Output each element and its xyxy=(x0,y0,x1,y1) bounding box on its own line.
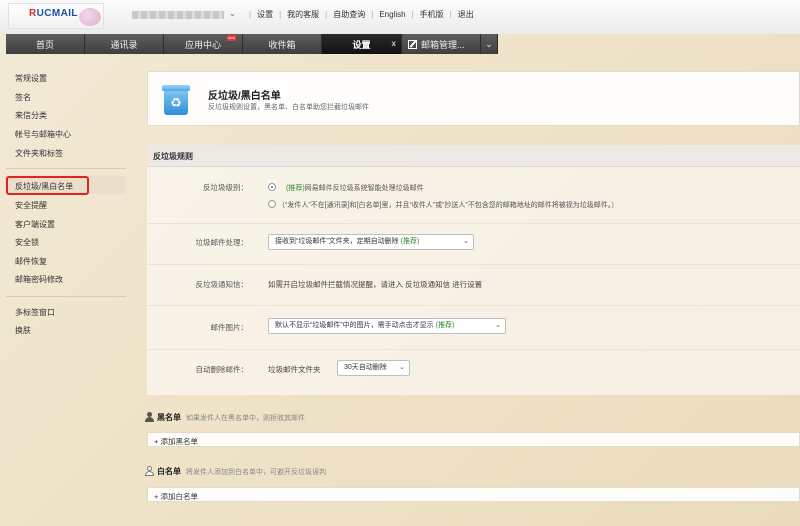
account-dropdown-icon[interactable]: ⌄ xyxy=(229,9,236,18)
new-badge: new xyxy=(226,35,236,41)
account-name-redacted[interactable] xyxy=(132,11,224,19)
separator: | xyxy=(411,10,414,19)
tab-home[interactable]: 首页 xyxy=(6,34,85,54)
tab-inbox[interactable]: 收件箱 xyxy=(243,34,322,54)
tab-contacts[interactable]: 通讯录 xyxy=(85,34,164,54)
autodelete-prefix: 垃圾邮件文件夹 xyxy=(268,365,321,374)
sidebar-item-mail-filter[interactable]: 来信分类 xyxy=(15,110,47,121)
link-mobile[interactable]: 手机版 xyxy=(420,9,444,20)
tab-label: 应用中心 xyxy=(184,39,221,50)
spam-handling-select[interactable]: 接收到“垃圾邮件”文件夹，定期自动删除 (推荐) ⌄ xyxy=(268,234,474,250)
chevron-down-icon: ⌄ xyxy=(485,38,493,49)
autodelete-label: 自动删除邮件： xyxy=(195,365,249,374)
sidebar-item-multi-tab[interactable]: 多标签窗口 xyxy=(15,307,55,318)
edit-icon xyxy=(408,39,417,49)
section-header: 反垃圾规则 xyxy=(147,145,800,167)
link-settings[interactable]: 设置 xyxy=(257,9,273,20)
link-customer-service[interactable]: 我的客服 xyxy=(287,9,319,20)
sidebar-divider xyxy=(6,296,126,297)
rucmail-logo[interactable]: RUCMAIL xyxy=(8,3,104,29)
tab-settings[interactable]: 设置 x xyxy=(322,34,402,54)
sidebar-item-account-center[interactable]: 帐号与邮箱中心 xyxy=(15,129,71,140)
tab-label: 首页 xyxy=(35,39,54,50)
logo-swirl-icon xyxy=(79,8,101,26)
notice-label: 反垃圾通知信： xyxy=(195,280,249,289)
separator: | xyxy=(325,10,328,19)
row-divider xyxy=(147,305,800,306)
separator: | xyxy=(371,10,374,19)
spam-image-select[interactable]: 默认不显示“垃圾邮件”中的图片，需手动点击才显示 (推荐) ⌄ xyxy=(268,318,506,334)
level-radio-recommended[interactable] xyxy=(268,183,276,191)
link-english[interactable]: English xyxy=(379,10,405,19)
antispam-rules-section: 反垃圾规则 反垃圾级别： (推荐)网易邮件反垃圾系统智能处理垃圾邮件 （“发件人… xyxy=(147,145,800,395)
sidebar-item-folders-tags[interactable]: 文件夹和标签 xyxy=(15,148,63,159)
section-title: 反垃圾规则 xyxy=(153,152,193,161)
image-label: 邮件图片： xyxy=(210,323,249,332)
tab-label: 收件箱 xyxy=(268,39,296,50)
selection-highlight-box xyxy=(6,176,89,195)
separator: | xyxy=(279,10,282,19)
page-header: ♻ 反垃圾/黑白名单 反垃圾规则设置，黑名单、白名单助您拦截垃圾邮件 xyxy=(147,71,800,126)
chevron-down-icon: ⌄ xyxy=(495,322,501,329)
row-divider xyxy=(147,349,800,350)
tab-label: 通讯录 xyxy=(110,39,138,50)
recycle-bin-icon: ♻ xyxy=(162,85,190,115)
add-blacklist-button[interactable]: + 添加黑名单 xyxy=(147,432,800,447)
chevron-down-icon: ⌄ xyxy=(463,238,469,245)
level-option-recommended[interactable]: (推荐)网易邮件反垃圾系统智能处理垃圾邮件 xyxy=(286,183,424,193)
autodelete-select[interactable]: 30天自动删除 ⌄ xyxy=(337,360,410,376)
tab-label: 邮箱管理... xyxy=(421,39,465,50)
sidebar-item-password[interactable]: 邮箱密码修改 xyxy=(15,274,63,285)
link-self-service[interactable]: 自助查询 xyxy=(333,9,365,20)
top-bar: RUCMAIL ⌄ | 设置 | 我的客服 | 自助查询 | English |… xyxy=(0,0,800,34)
blacklist-title: 黑名单 如果发件人在黑名单中，则拒收其邮件 xyxy=(157,413,305,422)
sidebar-item-general[interactable]: 常规设置 xyxy=(15,73,47,84)
logo-text: RUCMAIL xyxy=(29,8,78,19)
sidebar-divider xyxy=(6,168,126,169)
level-radio-strict[interactable] xyxy=(268,200,276,208)
row-divider xyxy=(147,223,800,224)
tab-overflow-button[interactable]: ⌄ xyxy=(481,34,498,54)
handling-label: 垃圾邮件处理： xyxy=(195,238,249,247)
blacklist-person-icon xyxy=(145,412,154,422)
top-links: | 设置 | 我的客服 | 自助查询 | English | 手机版 | 退出 xyxy=(243,9,474,20)
notice-text: 如需开启垃圾邮件拦截情况提醒，请进入 反垃圾通知信 进行设置 xyxy=(268,280,483,289)
tab-mailbox-admin[interactable]: 邮箱管理... xyxy=(402,34,481,54)
whitelist-person-icon xyxy=(145,466,154,476)
level-option-strict[interactable]: （“发件人”不在[通讯录]和[白名单]里，并且“收件人”或“抄送人”不包含您的邮… xyxy=(278,200,618,210)
separator: | xyxy=(249,10,252,19)
sidebar-item-client-settings[interactable]: 客户端设置 xyxy=(15,219,55,230)
level-label: 反垃圾级别： xyxy=(203,183,248,192)
chevron-down-icon: ⌄ xyxy=(399,364,405,371)
row-divider xyxy=(147,264,800,265)
sidebar-item-mail-recovery[interactable]: 邮件恢复 xyxy=(15,256,47,267)
sidebar-item-signature[interactable]: 签名 xyxy=(15,92,31,103)
tab-app-center[interactable]: 应用中心 new xyxy=(164,34,243,54)
page-subtitle: 反垃圾规则设置，黑名单、白名单助您拦截垃圾邮件 xyxy=(208,104,369,111)
sidebar-item-skin[interactable]: 换肤 xyxy=(15,325,31,336)
separator: | xyxy=(449,10,452,19)
close-icon[interactable]: x xyxy=(392,39,396,48)
link-logout[interactable]: 退出 xyxy=(458,9,474,20)
whitelist-title: 白名单 将发件人添加到白名单中，可避开反垃圾误判 xyxy=(157,467,326,476)
tab-bar: 首页 通讯录 应用中心 new 收件箱 设置 x 邮箱管理... ⌄ xyxy=(6,34,498,54)
sidebar-item-security-lock[interactable]: 安全锁 xyxy=(15,237,39,248)
settings-sidebar: 常规设置 签名 来信分类 帐号与邮箱中心 文件夹和标签 反垃圾/黑白名单 安全提… xyxy=(0,54,130,526)
add-whitelist-button[interactable]: + 添加白名单 xyxy=(147,487,800,502)
page-title: 反垃圾/黑白名单 xyxy=(208,91,281,102)
sidebar-item-security-alert[interactable]: 安全提醒 xyxy=(15,200,47,211)
tab-label: 设置 xyxy=(352,39,371,50)
